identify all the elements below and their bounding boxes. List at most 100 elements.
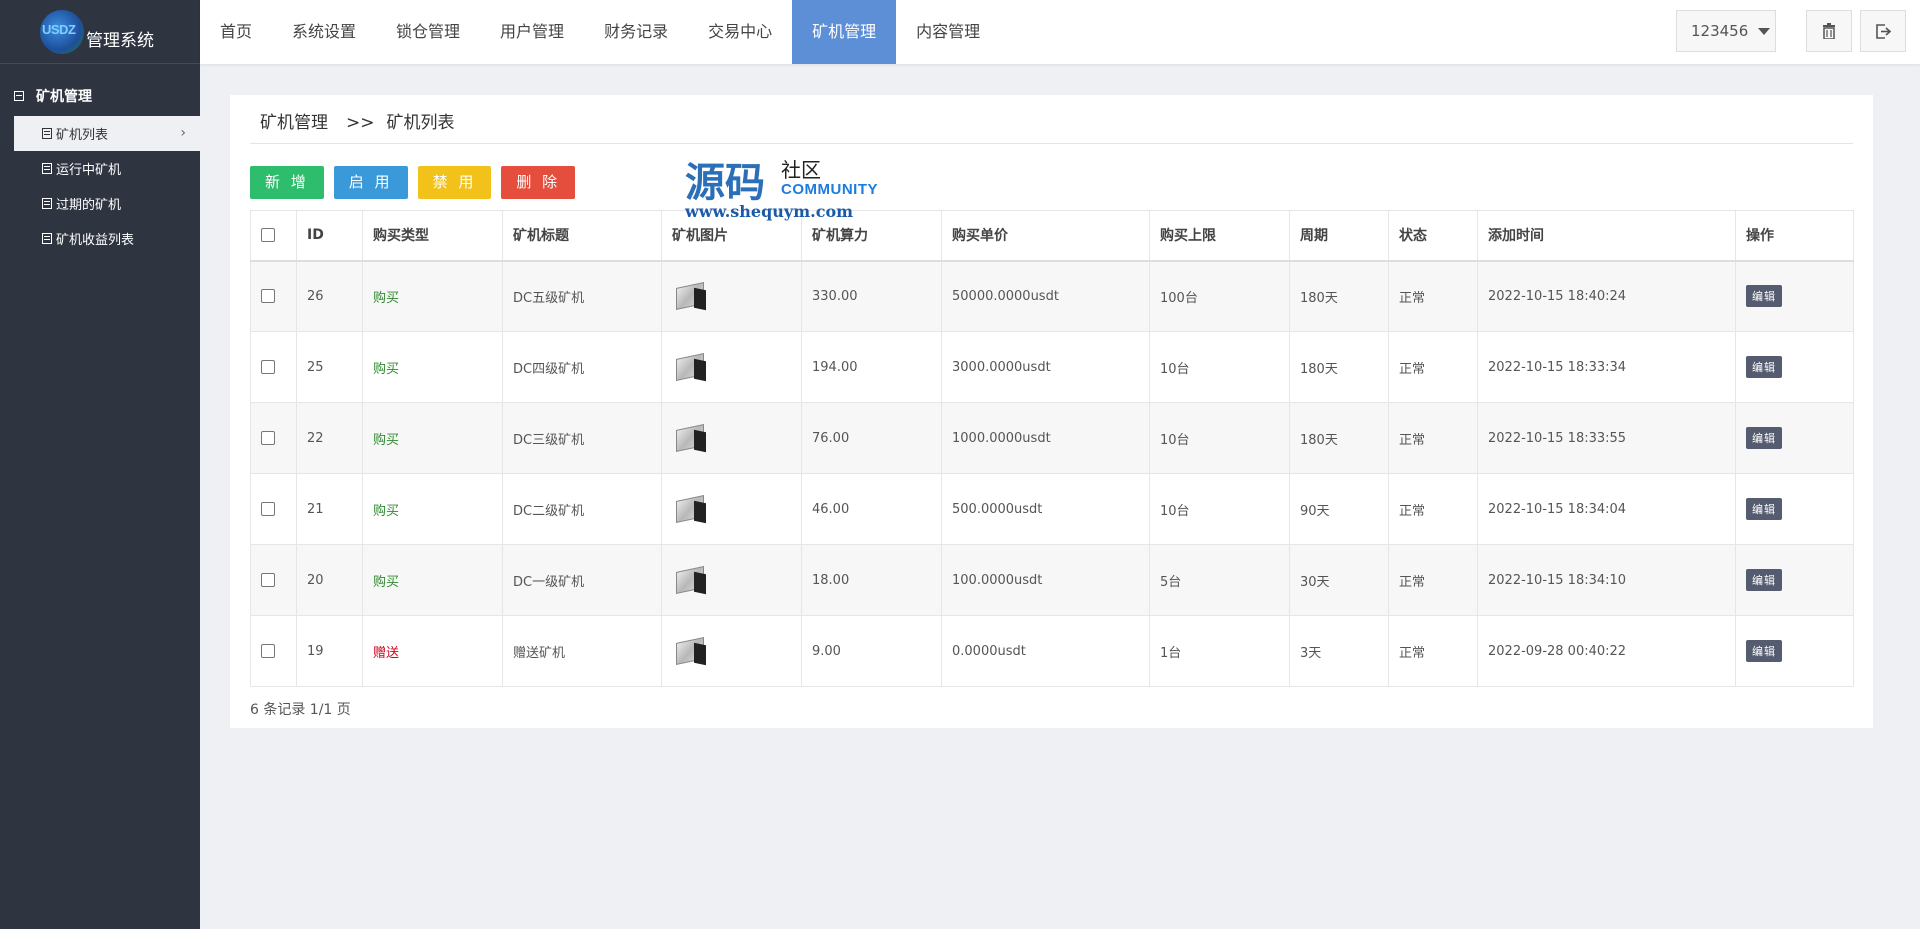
trash-icon xyxy=(1823,23,1835,39)
miner-image xyxy=(672,281,710,311)
cell-price: 100.0000usdt xyxy=(941,544,1150,616)
miner-image-cell xyxy=(661,544,802,616)
breadcrumb-parent[interactable]: 矿机管理 xyxy=(260,108,328,133)
cell-limit: 100台 xyxy=(1149,260,1290,332)
caret-down-icon xyxy=(1758,27,1771,35)
cell-limit: 10台 xyxy=(1149,402,1290,474)
sidebar-item[interactable]: 过期的矿机 xyxy=(0,186,200,221)
breadcrumb: 矿机管理 >> 矿机列表 xyxy=(250,95,1853,144)
cell-status: 正常 xyxy=(1388,260,1478,332)
cell-time: 2022-10-15 18:33:34 xyxy=(1477,331,1736,403)
disable-button[interactable]: 禁 用 xyxy=(417,166,492,199)
logo-mark-text: USDZ xyxy=(42,21,76,37)
cell-power: 18.00 xyxy=(801,544,942,616)
sidebar-item[interactable]: 矿机收益列表 xyxy=(0,221,200,256)
action-cell: 编辑 xyxy=(1735,473,1854,545)
nav-item[interactable]: 用户管理 xyxy=(480,0,584,64)
list-icon xyxy=(42,128,52,139)
nav-item[interactable]: 系统设置 xyxy=(272,0,376,64)
sidebar-item[interactable]: 矿机列表 › xyxy=(14,116,200,151)
cell-title: DC一级矿机 xyxy=(502,544,662,616)
logout-button[interactable] xyxy=(1860,10,1906,52)
table-row: 26 购买 DC五级矿机 330.00 50000.0000usdt 100台 180天 正常… xyxy=(250,260,1854,332)
action-cell: 编辑 xyxy=(1735,260,1854,332)
action-cell: 编辑 xyxy=(1735,402,1854,474)
row-select-cell xyxy=(250,544,297,616)
cell-type: 购买 xyxy=(362,402,503,474)
row-select-cell xyxy=(250,402,297,474)
row-checkbox[interactable] xyxy=(261,573,275,587)
cell-status: 正常 xyxy=(1388,615,1478,687)
nav-item[interactable]: 交易中心 xyxy=(688,0,792,64)
sidebar-item[interactable]: 运行中矿机 xyxy=(0,151,200,186)
column-header: 周期 xyxy=(1289,210,1389,262)
delete-button[interactable]: 删 除 xyxy=(501,166,576,199)
edit-button[interactable]: 编辑 xyxy=(1746,640,1782,662)
edit-button[interactable]: 编辑 xyxy=(1746,569,1782,591)
minus-square-icon xyxy=(14,91,24,101)
cell-period: 30天 xyxy=(1289,544,1389,616)
cell-period: 180天 xyxy=(1289,402,1389,474)
nav-item[interactable]: 矿机管理 xyxy=(792,0,897,64)
action-cell: 编辑 xyxy=(1735,544,1854,616)
watermark-big: 源码 xyxy=(685,159,765,206)
cell-price: 3000.0000usdt xyxy=(941,331,1150,403)
cell-power: 9.00 xyxy=(801,615,942,687)
row-checkbox[interactable] xyxy=(261,431,275,445)
miner-image-cell xyxy=(661,473,802,545)
table-row: 21 购买 DC二级矿机 46.00 500.0000usdt 10台 90天 正常 2022-… xyxy=(250,473,1854,545)
cell-limit: 10台 xyxy=(1149,473,1290,545)
column-header: 状态 xyxy=(1388,210,1478,262)
edit-button[interactable]: 编辑 xyxy=(1746,427,1782,449)
enable-button[interactable]: 启 用 xyxy=(333,166,408,199)
user-dropdown[interactable]: 123456 xyxy=(1676,10,1776,52)
breadcrumb-current: 矿机列表 xyxy=(386,113,455,133)
column-header: 操作 xyxy=(1735,210,1854,262)
cell-type: 购买 xyxy=(362,473,503,545)
edit-button[interactable]: 编辑 xyxy=(1746,356,1782,378)
nav-item[interactable]: 内容管理 xyxy=(896,0,1000,64)
cell-id: 25 xyxy=(296,331,363,403)
nav-item[interactable]: 首页 xyxy=(200,0,272,64)
table-row: 25 购买 DC四级矿机 194.00 3000.0000usdt 10台 180天 正常 20… xyxy=(250,331,1854,403)
cell-power: 76.00 xyxy=(801,402,942,474)
miner-image xyxy=(672,494,710,524)
sidebar-item-label: 矿机收益列表 xyxy=(56,233,135,248)
edit-button[interactable]: 编辑 xyxy=(1746,285,1782,308)
cell-status: 正常 xyxy=(1388,544,1478,616)
cell-price: 50000.0000usdt xyxy=(941,260,1150,332)
cell-id: 22 xyxy=(296,402,363,474)
sidebar-item-label: 矿机列表 xyxy=(56,128,109,143)
nav-item[interactable]: 锁仓管理 xyxy=(376,0,480,64)
column-header: 购买上限 xyxy=(1149,210,1290,262)
logo-icon: USDZ xyxy=(40,9,84,54)
breadcrumb-separator: >> xyxy=(346,113,375,133)
row-checkbox[interactable] xyxy=(261,289,275,304)
edit-button[interactable]: 编辑 xyxy=(1746,498,1782,520)
row-checkbox[interactable] xyxy=(261,502,275,516)
cell-time: 2022-09-28 00:40:22 xyxy=(1477,615,1736,687)
select-all-checkbox[interactable] xyxy=(261,228,275,243)
cell-period: 90天 xyxy=(1289,473,1389,545)
logo: USDZ 管理系统 xyxy=(0,0,200,64)
column-header: ID xyxy=(296,210,363,262)
row-select-cell xyxy=(250,331,297,403)
miner-image xyxy=(672,352,710,382)
table-row: 19 赠送 赠送矿机 9.00 0.0000usdt 1台 3天 正常 2022-09-28 0… xyxy=(250,615,1854,687)
list-icon xyxy=(42,198,52,209)
sidebar-group-miner[interactable]: 矿机管理 xyxy=(0,76,200,116)
cell-type: 购买 xyxy=(362,544,503,616)
trash-button[interactable] xyxy=(1806,10,1852,52)
row-checkbox[interactable] xyxy=(261,644,275,658)
cell-status: 正常 xyxy=(1388,402,1478,474)
cell-power: 194.00 xyxy=(801,331,942,403)
logout-icon xyxy=(1875,23,1891,39)
action-cell: 编辑 xyxy=(1735,615,1854,687)
column-header: 添加时间 xyxy=(1477,210,1736,262)
nav-item[interactable]: 财务记录 xyxy=(584,0,688,64)
table-row: 20 购买 DC一级矿机 18.00 100.0000usdt 5台 30天 正常 2022-1… xyxy=(250,544,1854,616)
row-checkbox[interactable] xyxy=(261,360,275,374)
miner-image xyxy=(672,636,710,666)
cell-power: 330.00 xyxy=(801,260,942,332)
add-button[interactable]: 新 增 xyxy=(250,166,324,199)
